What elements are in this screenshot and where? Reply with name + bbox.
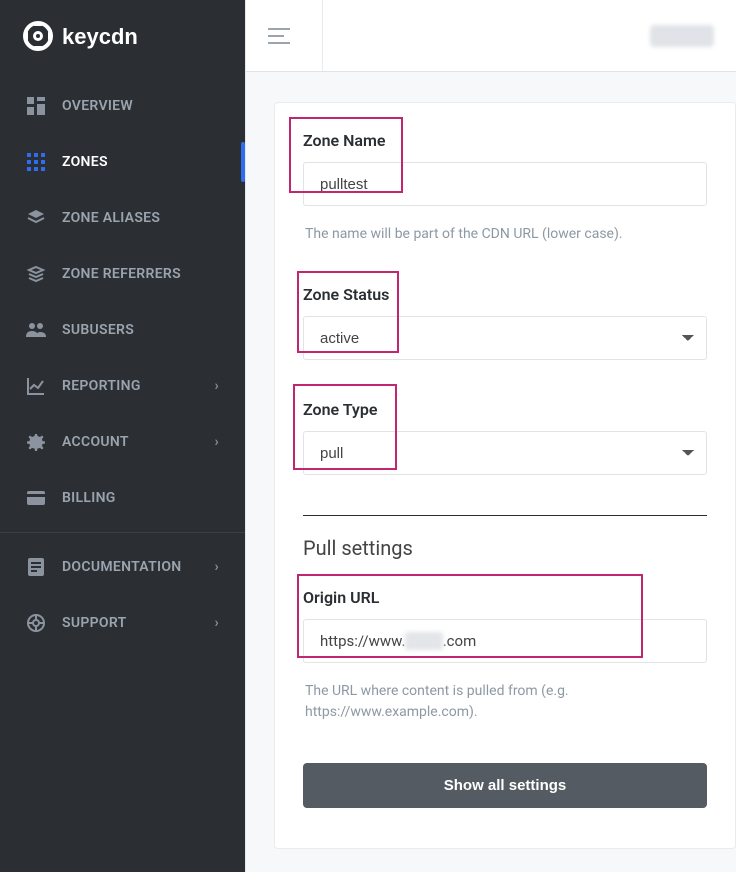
chevron-right-icon: ›: [214, 615, 219, 631]
zone-name-help: The name will be part of the CDN URL (lo…: [303, 224, 707, 245]
layers-icon: [26, 208, 46, 228]
sidebar-item-label: ZONES: [62, 154, 108, 170]
field-origin-url: Origin URL https://www.xxxxx.com The URL…: [275, 588, 735, 723]
sidebar-item-account[interactable]: ACCOUNT ›: [0, 414, 245, 470]
sidebar-item-label: SUPPORT: [62, 615, 127, 631]
sidebar-item-label: BILLING: [62, 490, 116, 506]
sidebar-item-reporting[interactable]: REPORTING ›: [0, 358, 245, 414]
topbar-user-blurred: [650, 25, 714, 47]
field-zone-type: Zone Type pull: [275, 400, 735, 475]
sidebar-item-subusers[interactable]: SUBUSERS: [0, 302, 245, 358]
sidebar-item-label: ZONE ALIASES: [62, 210, 160, 226]
document-icon: [26, 557, 46, 577]
origin-url-help: The URL where content is pulled from (e.…: [303, 681, 707, 723]
menu-icon[interactable]: [268, 28, 290, 44]
sidebar-item-zones[interactable]: ZONES: [0, 134, 245, 190]
field-zone-name: Zone Name The name will be part of the C…: [275, 131, 735, 245]
sidebar-item-zone-referrers[interactable]: ZONE REFERRERS: [0, 246, 245, 302]
sidebar-item-label: SUBUSERS: [62, 322, 134, 338]
zone-form-card: Zone Name The name will be part of the C…: [274, 102, 736, 849]
show-all-settings-button[interactable]: Show all settings: [303, 763, 707, 808]
zone-status-label: Zone Status: [303, 285, 389, 316]
zone-status-select[interactable]: active: [303, 316, 707, 360]
sidebar-item-billing[interactable]: BILLING: [0, 470, 245, 526]
sidebar-item-zone-aliases[interactable]: ZONE ALIASES: [0, 190, 245, 246]
svg-text:keycdn: keycdn: [62, 24, 138, 49]
gear-icon: [26, 432, 46, 452]
origin-url-label: Origin URL: [303, 588, 379, 619]
sidebar-item-support[interactable]: SUPPORT ›: [0, 595, 245, 651]
layers-outline-icon: [26, 264, 46, 284]
sidebar-item-documentation[interactable]: DOCUMENTATION ›: [0, 539, 245, 595]
sidebar-item-label: DOCUMENTATION: [62, 559, 181, 575]
credit-card-icon: [26, 488, 46, 508]
dashboard-icon: [26, 96, 46, 116]
chevron-right-icon: ›: [214, 434, 219, 450]
zone-type-label: Zone Type: [303, 400, 378, 431]
sidebar-item-overview[interactable]: OVERVIEW: [0, 78, 245, 134]
topbar: [246, 0, 736, 72]
sidebar: keycdn OVERVIEW ZONES ZONE ALIASES ZONE …: [0, 0, 245, 872]
zone-type-select[interactable]: pull: [303, 431, 707, 475]
zone-name-label: Zone Name: [303, 131, 386, 162]
help-icon: [26, 613, 46, 633]
sidebar-item-label: ACCOUNT: [62, 434, 129, 450]
main: Zone Name The name will be part of the C…: [245, 0, 736, 872]
field-zone-status: Zone Status active: [275, 285, 735, 360]
section-divider: [303, 515, 707, 516]
divider: [0, 532, 245, 533]
pull-settings-title: Pull settings: [275, 536, 735, 560]
grid-icon: [26, 152, 46, 172]
chart-icon: [26, 376, 46, 396]
users-icon: [26, 320, 46, 340]
logo: keycdn: [0, 0, 245, 78]
zone-name-input[interactable]: [303, 162, 707, 206]
chevron-right-icon: ›: [214, 378, 219, 394]
sidebar-item-label: REPORTING: [62, 378, 141, 394]
sidebar-item-label: OVERVIEW: [62, 98, 133, 114]
origin-url-input[interactable]: https://www.xxxxx.com: [303, 619, 707, 663]
chevron-right-icon: ›: [214, 559, 219, 575]
sidebar-item-label: ZONE REFERRERS: [62, 266, 181, 282]
